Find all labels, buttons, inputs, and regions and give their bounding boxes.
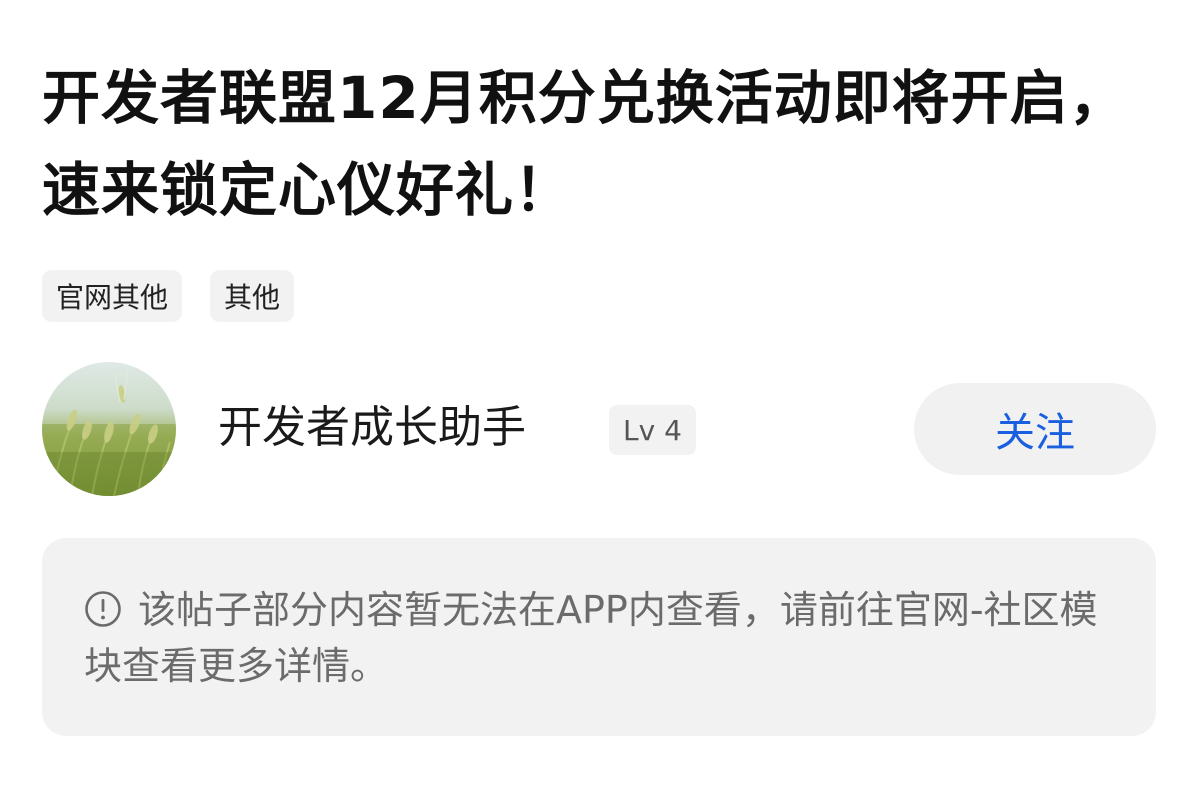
follow-button[interactable]: 关注 xyxy=(914,383,1156,475)
author-row: 开发者成长助手 Lv 4 关注 xyxy=(42,362,1156,498)
tag-official-other[interactable]: 官网其他 xyxy=(42,270,183,322)
post-title: 开发者联盟12月积分兑换活动即将开启，速来锁定心仪好礼！ xyxy=(42,64,1128,224)
author-name[interactable]: 开发者成长助手 xyxy=(218,398,526,458)
tag-other[interactable]: 其他 xyxy=(210,270,295,322)
info-circle-icon xyxy=(85,591,121,627)
tag-list: 官网其他 其他 xyxy=(42,270,295,322)
notice-message: 该帖子部分内容暂无法在APP内查看，请前往官网-社区模块查看更多详情。 xyxy=(84,582,1114,694)
content-unavailable-notice: 该帖子部分内容暂无法在APP内查看，请前往官网-社区模块查看更多详情。 xyxy=(42,538,1156,736)
level-badge: Lv 4 xyxy=(609,405,696,455)
notice-text: 该帖子部分内容暂无法在APP内查看，请前往官网-社区模块查看更多详情。 xyxy=(84,588,1098,688)
wheat-field-avatar-icon xyxy=(42,362,176,496)
avatar[interactable] xyxy=(42,362,176,496)
